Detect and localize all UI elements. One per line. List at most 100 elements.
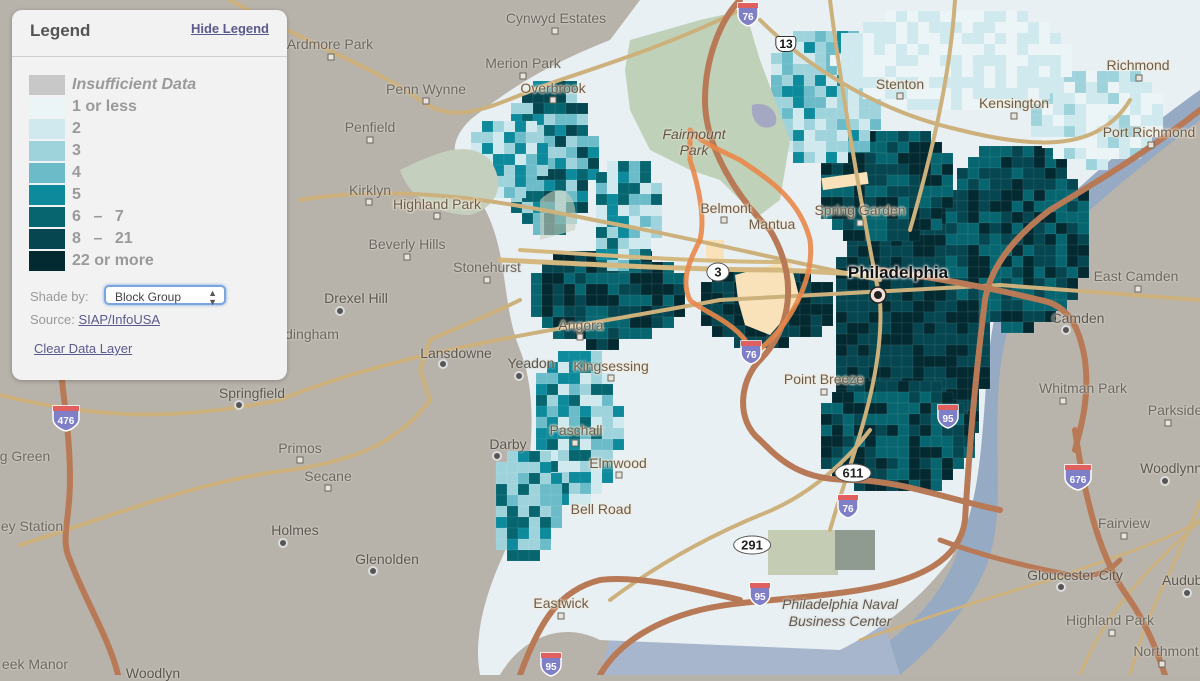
block-group-cell[interactable] — [858, 140, 871, 153]
block-group-cell[interactable] — [901, 245, 914, 258]
block-group-cell[interactable] — [481, 120, 494, 133]
block-group-cell[interactable] — [781, 74, 794, 87]
block-group-cell[interactable] — [517, 549, 530, 562]
block-group-cell[interactable] — [978, 145, 991, 158]
block-group-cell[interactable] — [864, 446, 877, 459]
block-group-cell[interactable] — [1063, 125, 1076, 138]
block-group-cell[interactable] — [821, 314, 834, 327]
block-group-cell[interactable] — [618, 294, 631, 307]
block-group-cell[interactable] — [1030, 125, 1043, 138]
block-group-cell[interactable] — [1011, 189, 1024, 202]
block-group-cell[interactable] — [847, 107, 860, 120]
block-group-cell[interactable] — [629, 294, 642, 307]
block-group-cell[interactable] — [961, 76, 974, 89]
block-group-cell[interactable] — [820, 457, 833, 470]
block-group-cell[interactable] — [1044, 244, 1057, 257]
block-group-cell[interactable] — [579, 394, 592, 407]
block-group-cell[interactable] — [923, 366, 936, 379]
block-group-cell[interactable] — [886, 402, 899, 415]
block-group-cell[interactable] — [517, 461, 530, 474]
block-group-cell[interactable] — [651, 283, 664, 296]
block-group-cell[interactable] — [617, 160, 630, 173]
block-group-cell[interactable] — [945, 233, 958, 246]
block-group-cell[interactable] — [770, 74, 783, 87]
block-group-cell[interactable] — [1033, 310, 1046, 323]
block-group-cell[interactable] — [528, 461, 541, 474]
block-group-cell[interactable] — [908, 174, 921, 187]
block-group-cell[interactable] — [945, 244, 958, 257]
block-group-cell[interactable] — [1011, 255, 1024, 268]
block-group-cell[interactable] — [908, 402, 921, 415]
block-group-cell[interactable] — [799, 325, 812, 338]
block-group-cell[interactable] — [821, 303, 834, 316]
block-group-cell[interactable] — [831, 435, 844, 448]
block-group-cell[interactable] — [967, 322, 980, 335]
block-group-cell[interactable] — [517, 450, 530, 463]
block-group-cell[interactable] — [535, 372, 548, 385]
block-group-cell[interactable] — [886, 218, 899, 231]
block-group-cell[interactable] — [897, 141, 910, 154]
block-group-cell[interactable] — [517, 516, 530, 529]
block-group-cell[interactable] — [842, 402, 855, 415]
block-group-cell[interactable] — [803, 96, 816, 109]
block-group-cell[interactable] — [952, 435, 965, 448]
block-group-cell[interactable] — [535, 416, 548, 429]
block-group-cell[interactable] — [1077, 244, 1090, 257]
block-group-cell[interactable] — [595, 226, 608, 239]
block-group-cell[interactable] — [983, 43, 996, 56]
block-group-cell[interactable] — [956, 200, 969, 213]
block-group-cell[interactable] — [1005, 76, 1018, 89]
block-group-cell[interactable] — [857, 311, 870, 324]
block-group-cell[interactable] — [814, 52, 827, 65]
block-group-cell[interactable] — [525, 175, 538, 188]
block-group-cell[interactable] — [945, 355, 958, 368]
block-group-cell[interactable] — [978, 167, 991, 180]
block-group-cell[interactable] — [928, 87, 941, 100]
block-group-cell[interactable] — [557, 372, 570, 385]
block-group-cell[interactable] — [939, 10, 952, 23]
block-group-cell[interactable] — [596, 338, 609, 351]
block-group-cell[interactable] — [799, 314, 812, 327]
block-group-cell[interactable] — [1005, 43, 1018, 56]
block-group-cell[interactable] — [514, 164, 527, 177]
block-group-cell[interactable] — [568, 383, 581, 396]
block-group-cell[interactable] — [875, 391, 888, 404]
block-group-cell[interactable] — [840, 43, 853, 56]
block-group-cell[interactable] — [565, 135, 578, 148]
block-group-cell[interactable] — [875, 218, 888, 231]
block-group-cell[interactable] — [875, 457, 888, 470]
block-group-cell[interactable] — [890, 366, 903, 379]
block-group-cell[interactable] — [972, 21, 985, 34]
block-group-cell[interactable] — [792, 74, 805, 87]
block-group-cell[interactable] — [858, 107, 871, 120]
block-group-cell[interactable] — [923, 289, 936, 302]
block-group-cell[interactable] — [961, 32, 974, 45]
block-group-cell[interactable] — [530, 283, 543, 296]
block-group-cell[interactable] — [846, 333, 859, 346]
block-group-cell[interactable] — [978, 200, 991, 213]
block-group-cell[interactable] — [814, 96, 827, 109]
block-group-cell[interactable] — [972, 10, 985, 23]
block-group-cell[interactable] — [1096, 158, 1109, 171]
block-group-cell[interactable] — [1033, 233, 1046, 246]
block-group-cell[interactable] — [1041, 114, 1054, 127]
block-group-cell[interactable] — [835, 322, 848, 335]
block-group-cell[interactable] — [821, 281, 834, 294]
block-group-cell[interactable] — [722, 281, 735, 294]
block-group-cell[interactable] — [879, 366, 892, 379]
block-group-cell[interactable] — [928, 54, 941, 67]
block-group-cell[interactable] — [967, 311, 980, 324]
block-group-cell[interactable] — [506, 505, 519, 518]
block-group-cell[interactable] — [590, 383, 603, 396]
block-group-cell[interactable] — [495, 461, 508, 474]
block-group-cell[interactable] — [628, 160, 641, 173]
block-group-cell[interactable] — [857, 322, 870, 335]
block-group-cell[interactable] — [601, 383, 614, 396]
block-group-cell[interactable] — [884, 21, 897, 34]
block-group-cell[interactable] — [1000, 178, 1013, 191]
block-group-cell[interactable] — [886, 457, 899, 470]
block-group-cell[interactable] — [606, 204, 619, 217]
block-group-cell[interactable] — [506, 538, 519, 551]
block-group-cell[interactable] — [541, 294, 554, 307]
block-group-cell[interactable] — [961, 54, 974, 67]
